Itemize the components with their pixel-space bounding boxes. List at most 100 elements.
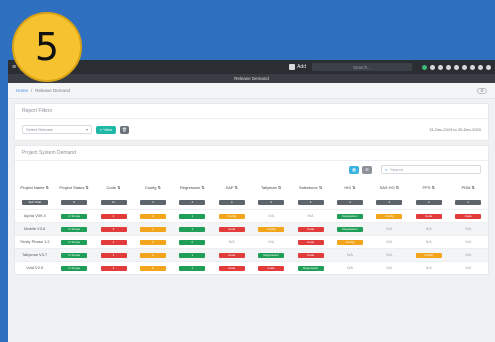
date-range-picker[interactable]: 31-Dec-2019 to 30-Dec-2020 bbox=[429, 127, 481, 132]
help-icon[interactable] bbox=[478, 64, 483, 70]
checkmark-icon[interactable] bbox=[454, 64, 459, 70]
not-applicable-text: N/A bbox=[386, 227, 393, 231]
column-header[interactable]: Config ⇅ bbox=[133, 178, 172, 196]
column-header[interactable]: Salesforce ⇅ bbox=[291, 178, 330, 196]
demand-badge: Regression bbox=[297, 265, 324, 271]
demand-badge: Code bbox=[297, 252, 324, 258]
step-number-badge: 5 bbox=[12, 12, 82, 82]
release-select-value: Select Release bbox=[26, 127, 53, 132]
release-select[interactable]: Select Release ▾ bbox=[22, 125, 92, 134]
column-header[interactable]: PDM ⇅ bbox=[448, 178, 488, 196]
demand-badge: 0 bbox=[179, 239, 206, 245]
breadcrumb-home-link[interactable]: Home bbox=[16, 88, 28, 93]
column-header[interactable]: SAS HO ⇅ bbox=[370, 178, 409, 196]
demand-badge: Code bbox=[455, 213, 482, 219]
demand-badge: 1 bbox=[100, 239, 127, 245]
report-filters-heading: Report Filters bbox=[15, 104, 488, 119]
subtotal-badge: 4 bbox=[179, 200, 206, 206]
project-name-cell[interactable]: Void V2.9 bbox=[15, 260, 55, 274]
hamburger-icon[interactable]: ≡ bbox=[12, 64, 16, 71]
demand-badge: 4 bbox=[100, 265, 127, 271]
demand-badge: 1 bbox=[179, 213, 206, 219]
search-icon: ⌕ bbox=[385, 167, 388, 172]
project-name-cell[interactable]: Alpha V09.3 bbox=[15, 208, 55, 222]
subtotal-badge: 4 bbox=[218, 200, 245, 206]
demand-badge: 2 bbox=[100, 213, 127, 219]
not-applicable-text: N/A bbox=[228, 240, 235, 244]
settings-toggle-icon[interactable]: ⚙ bbox=[477, 87, 487, 94]
trash-icon: 🗑 bbox=[121, 127, 127, 132]
not-applicable-text: N/A bbox=[425, 240, 432, 244]
column-header[interactable]: Project Status ⇅ bbox=[54, 178, 93, 196]
not-applicable-text: N/A bbox=[346, 253, 353, 257]
demand-badge: 1 bbox=[179, 265, 206, 271]
save-icon[interactable] bbox=[462, 64, 467, 70]
column-header[interactable]: HIS ⇅ bbox=[330, 178, 369, 196]
document-icon[interactable] bbox=[438, 64, 443, 70]
list-view-button[interactable]: ☰ bbox=[362, 165, 372, 174]
demand-badge: Regression bbox=[258, 252, 285, 258]
column-header[interactable]: SAP ⇅ bbox=[212, 178, 251, 196]
demand-badge: 1 bbox=[139, 226, 166, 232]
project-name-cell[interactable]: Trinity Phase 1.2 bbox=[15, 234, 55, 248]
column-header[interactable]: Regression ⇅ bbox=[173, 178, 212, 196]
demand-badge: Code bbox=[415, 213, 442, 219]
clear-filter-button[interactable]: 🗑 bbox=[119, 125, 129, 134]
subtotal-badge: 4 bbox=[139, 200, 166, 206]
view-button[interactable]: ⌕ View bbox=[96, 125, 116, 134]
project-name-cell[interactable]: Mobile V3.6 bbox=[15, 221, 55, 235]
status-icon[interactable] bbox=[422, 64, 427, 70]
add-icon bbox=[289, 64, 296, 70]
demand-badge: 1 bbox=[179, 252, 206, 258]
not-applicable-text: N/A bbox=[268, 240, 275, 244]
toolbar-icons bbox=[422, 64, 491, 70]
table-row[interactable]: Mobile V3.6 In Scope 3 1 1 Code Config Code Regr… bbox=[15, 221, 488, 235]
chevron-down-icon: ▾ bbox=[85, 127, 88, 132]
demand-badge: Config bbox=[415, 252, 442, 258]
project-status-badge: In Scope bbox=[61, 239, 88, 245]
notification-icon[interactable] bbox=[430, 64, 435, 70]
demand-heading: Project System Demand bbox=[15, 146, 488, 161]
breadcrumb-current: Release Demand bbox=[35, 88, 71, 93]
subtotal-badge: 4 bbox=[297, 200, 324, 206]
global-search-input[interactable]: Search... bbox=[312, 63, 412, 71]
demand-badge: 2 bbox=[139, 213, 166, 219]
column-header[interactable]: Tallyman ⇅ bbox=[251, 178, 290, 196]
column-header[interactable]: Project Name ⇅ bbox=[15, 178, 54, 196]
subtotal-badge: 11 bbox=[100, 200, 127, 206]
demand-badge: Code bbox=[218, 252, 245, 258]
project-status-badge: In Scope bbox=[61, 226, 88, 232]
table-row[interactable]: Tallyman V3.7 In Scope 1 1 1 Code Regression Co… bbox=[15, 247, 488, 261]
settings-icon[interactable] bbox=[446, 64, 451, 70]
grid-view-button[interactable]: ▦ bbox=[349, 165, 359, 174]
not-applicable-text: N/A bbox=[425, 227, 432, 231]
table-row[interactable]: Alpha V09.3 In Scope 2 2 1 Config N/A N/A Regres… bbox=[15, 208, 488, 222]
add-button[interactable]: Add bbox=[289, 64, 306, 70]
table-header-row: Project Name ⇅ Project Status ⇅ Code ⇅ Conf… bbox=[15, 178, 488, 196]
column-header[interactable]: Code ⇅ bbox=[94, 178, 133, 196]
breadcrumb-separator: / bbox=[31, 88, 33, 93]
filters-row: Select Release ▾ ⌕ View 🗑 31-Dec-2019 to… bbox=[15, 119, 488, 140]
not-applicable-text: N/A bbox=[465, 227, 472, 231]
demand-badge: 1 bbox=[179, 226, 206, 232]
table-search-input[interactable]: ⌕ Search bbox=[381, 165, 481, 174]
table-row[interactable]: Trinity Phase 1.2 In Scope 1 1 0 N/A N/A Code Co… bbox=[15, 234, 488, 248]
user-icon[interactable] bbox=[486, 64, 491, 70]
demand-badge: Regression bbox=[336, 213, 363, 219]
column-header[interactable]: PPS ⇅ bbox=[409, 178, 448, 196]
view-button-label: View bbox=[103, 127, 112, 132]
subtotal-badge: 6 bbox=[61, 200, 88, 206]
table-row[interactable]: Void V2.9 In Scope 4 0 1 Code Code Regression N/… bbox=[15, 260, 488, 274]
printer-icon[interactable] bbox=[470, 64, 475, 70]
demand-badge: Code bbox=[297, 226, 324, 232]
demand-badge: 3 bbox=[100, 226, 127, 232]
project-name-cell[interactable]: Tallyman V3.7 bbox=[15, 247, 55, 261]
not-applicable-text: N/A bbox=[268, 214, 275, 218]
demand-badge: 1 bbox=[100, 252, 127, 258]
breadcrumb: Home / Release Demand ⚙ bbox=[8, 83, 495, 99]
subtotal-badge: 4 bbox=[336, 200, 363, 206]
subtotal-label: Sub Total bbox=[21, 200, 48, 206]
demand-panel: Project System Demand ▦ ☰ ⌕ Search Proje… bbox=[14, 145, 489, 275]
report-filters-panel: Report Filters Select Release ▾ ⌕ View 🗑… bbox=[14, 103, 489, 141]
table-tools: ▦ ☰ ⌕ Search bbox=[15, 161, 488, 178]
